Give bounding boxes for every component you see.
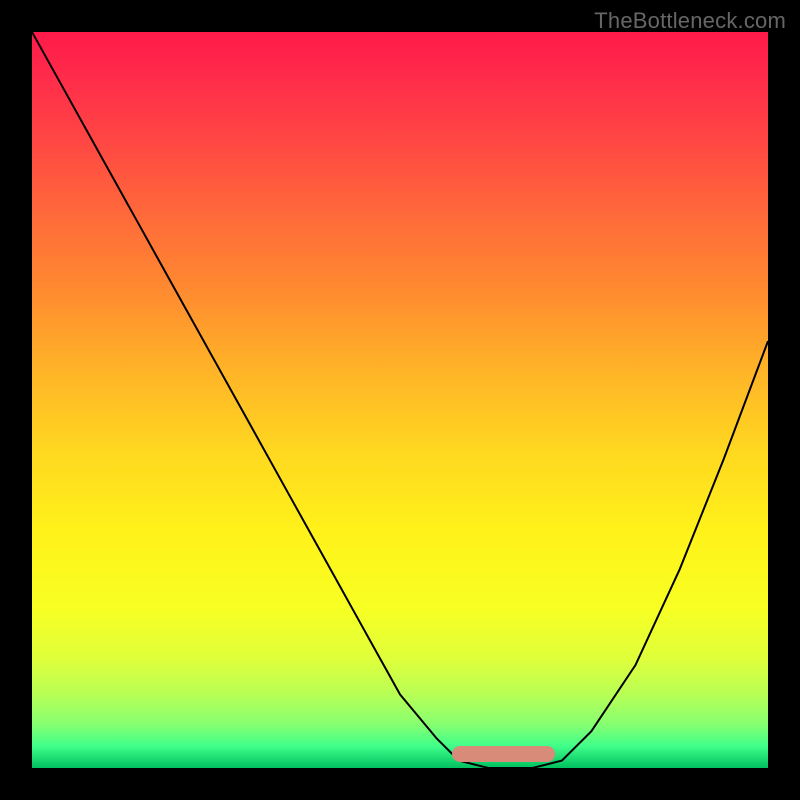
chart-plot-area [32, 32, 768, 768]
optimal-range-band [452, 746, 555, 762]
bottleneck-curve [32, 32, 768, 768]
watermark-text: TheBottleneck.com [594, 8, 786, 34]
